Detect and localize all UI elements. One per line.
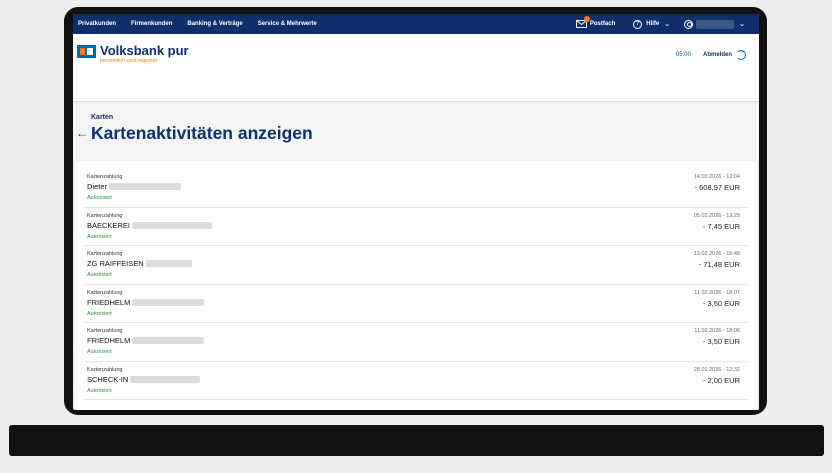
notification-dot	[583, 16, 590, 22]
transaction-row[interactable]: Kartenzahlung Dieter Autorisiert 14.03.2…	[84, 169, 748, 208]
transaction-amount: - 3,50 EUR	[702, 337, 740, 346]
transaction-type: Kartenzahlung	[87, 174, 123, 180]
nav-firmenkunden[interactable]: Firmenkunden	[131, 21, 172, 27]
user-name-redacted	[696, 19, 735, 29]
transaction-row-partial[interactable]	[84, 400, 748, 410]
hilfe-button[interactable]: ? Hilfe ⌄	[633, 19, 671, 29]
laptop-base	[9, 425, 824, 456]
merchant-name: SCHECK-IN	[87, 375, 201, 384]
breadcrumb[interactable]: Karten	[91, 114, 113, 121]
transaction-datetime: 11.02.2026 - 18:07	[694, 289, 740, 296]
nav-service-mehrwerte[interactable]: Service & Mehrwerte	[258, 21, 317, 27]
user-icon	[684, 19, 694, 29]
status-label: Autorisiert	[87, 387, 112, 394]
back-arrow-icon[interactable]: ←	[76, 126, 88, 140]
logout-button[interactable]: Abmelden	[703, 52, 732, 58]
transaction-datetime: 14.03.2026 - 12:04	[693, 174, 740, 180]
transaction-datetime: 05.03.2026 - 13:29	[693, 212, 740, 219]
transaction-row[interactable]: Kartenzahlung ZG RAIFFEISEN Autorisiert …	[84, 246, 748, 285]
merchant-name: ZG RAIFFEISEN	[87, 259, 192, 268]
redacted-text	[131, 221, 212, 229]
page-title: Kartenaktivitäten anzeigen	[91, 123, 313, 143]
transaction-type: Kartenzahlung	[87, 328, 123, 334]
logout-icon[interactable]	[736, 48, 746, 60]
transaction-datetime: 11.02.2026 - 18:06	[694, 328, 740, 334]
redacted-text	[145, 260, 192, 267]
status-label: Autorisiert	[87, 310, 112, 317]
user-menu-button[interactable]: ⌄	[684, 19, 759, 29]
volksbank-logo[interactable]: Volksbank pur persönlich und regional	[77, 44, 189, 65]
transaction-type: Kartenzahlung	[87, 289, 123, 296]
redacted-text	[132, 337, 205, 344]
merchant-name: Dieter	[87, 182, 182, 191]
transaction-amount: - 3,50 EUR	[702, 298, 740, 308]
transaction-datetime: 28.01.2026 - 12:32	[693, 366, 740, 373]
transaction-row[interactable]: Kartenzahlung FRIEDHELM Autorisiert 11.0…	[84, 323, 748, 362]
help-icon: ?	[633, 19, 643, 29]
site-header: Volksbank pur persönlich und regional 05…	[73, 34, 759, 102]
merchant-name: FRIEDHELM	[87, 336, 205, 345]
session-timer: 05:00	[675, 52, 691, 58]
postfach-label: Postfach	[589, 21, 616, 27]
status-label: Autorisiert	[87, 195, 112, 201]
transaction-row[interactable]: Kartenzahlung BAECKEREI Autorisiert 05.0…	[84, 208, 748, 246]
nav-banking-vertraege[interactable]: Banking & Verträge	[187, 21, 242, 27]
merchant-name: BAECKEREI	[87, 221, 212, 230]
transaction-amount: - 7,45 EUR	[702, 221, 740, 231]
chevron-down-icon: ⌄	[664, 21, 671, 28]
postfach-button[interactable]: Postfach	[575, 16, 616, 28]
transactions-card: Kartenzahlung Dieter Autorisiert 14.03.2…	[76, 161, 756, 410]
transaction-row[interactable]: Kartenzahlung SCHECK-IN Autorisiert 28.0…	[84, 362, 748, 400]
transaction-amount: - 608,97 EUR	[694, 183, 740, 192]
browser-screen: Privatkunden Firmenkunden Banking & Vert…	[73, 14, 759, 410]
hilfe-label: Hilfe	[646, 21, 660, 27]
transaction-datetime: 13.02.2026 - 16:48	[693, 251, 740, 257]
transaction-row[interactable]: Kartenzahlung FRIEDHELM Autorisiert 11.0…	[84, 285, 748, 323]
redacted-text	[132, 298, 205, 306]
redacted-text	[130, 375, 201, 383]
transaction-type: Kartenzahlung	[87, 212, 123, 219]
status-label: Autorisiert	[87, 233, 112, 240]
chevron-down-icon: ⌄	[739, 21, 745, 28]
merchant-name: FRIEDHELM	[87, 298, 205, 307]
transaction-type: Kartenzahlung	[87, 251, 123, 257]
redacted-text	[109, 183, 182, 190]
status-label: Autorisiert	[87, 272, 112, 278]
volksbank-logo-icon	[77, 45, 96, 58]
transaction-amount: - 71,48 EUR	[698, 260, 740, 269]
status-label: Autorisiert	[87, 349, 112, 355]
nav-privatkunden[interactable]: Privatkunden	[78, 21, 116, 27]
top-navigation: Privatkunden Firmenkunden Banking & Vert…	[73, 14, 759, 34]
transaction-type: Kartenzahlung	[87, 366, 123, 373]
brand-tagline: persönlich und regional	[100, 58, 157, 64]
mail-icon	[575, 16, 590, 28]
transaction-amount: - 2,00 EUR	[702, 375, 740, 385]
brand-name: Volksbank pur	[100, 43, 189, 58]
